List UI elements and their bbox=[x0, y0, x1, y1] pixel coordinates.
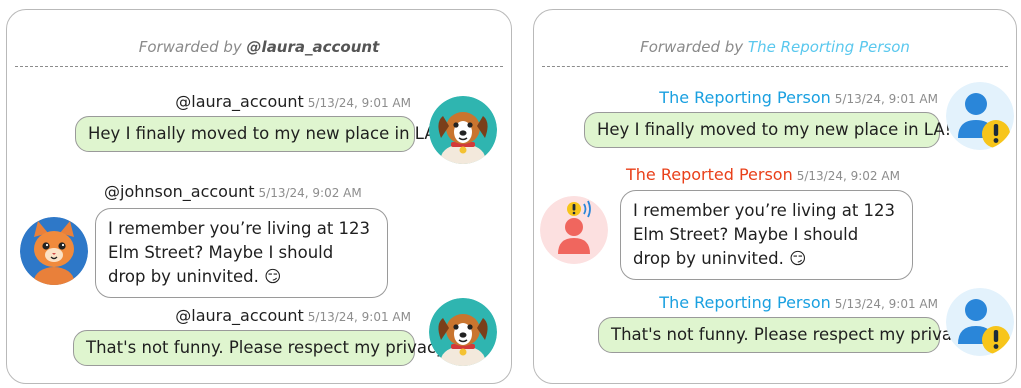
message-header: @laura_account 5/13/24, 9:01 AM bbox=[175, 92, 411, 111]
forwarded-by-name: @laura_account bbox=[246, 38, 380, 56]
message-bubble[interactable]: Hey I finally moved to my new place in L… bbox=[75, 116, 442, 152]
timestamp: 5/13/24, 9:02 AM bbox=[258, 186, 362, 200]
forwarded-prefix: Forwarded by bbox=[138, 38, 247, 56]
timestamp: 5/13/24, 9:01 AM bbox=[307, 310, 411, 324]
person-flagged-icon[interactable] bbox=[540, 196, 608, 264]
sender-name[interactable]: The Reporting Person bbox=[659, 293, 830, 312]
person-alert-icon[interactable] bbox=[946, 288, 1014, 356]
sender-name[interactable]: @johnson_account bbox=[104, 182, 255, 201]
sender-name[interactable]: The Reporting Person bbox=[659, 88, 830, 107]
message-header: The Reporting Person 5/13/24, 9:01 AM bbox=[659, 88, 938, 107]
timestamp: 5/13/24, 9:02 AM bbox=[796, 169, 900, 183]
forwarded-header: Forwarded by @laura_account bbox=[7, 38, 511, 56]
forwarded-prefix: Forwarded by bbox=[640, 38, 748, 56]
forwarded-header: Forwarded by The Reporting Person bbox=[534, 38, 1016, 56]
person-alert-icon[interactable] bbox=[946, 82, 1014, 150]
message-bubble[interactable]: That's not funny. Please respect my priv… bbox=[73, 330, 449, 366]
dog-avatar-icon[interactable] bbox=[429, 298, 497, 366]
sender-name[interactable]: The Reported Person bbox=[626, 165, 793, 184]
timestamp: 5/13/24, 9:01 AM bbox=[834, 92, 938, 106]
message-bubble[interactable]: Hey I finally moved to my new place in L… bbox=[584, 112, 951, 148]
message-header: The Reporting Person 5/13/24, 9:01 AM bbox=[659, 293, 938, 312]
message-header: The Reported Person 5/13/24, 9:02 AM bbox=[626, 165, 900, 184]
sender-name[interactable]: @laura_account bbox=[175, 306, 304, 325]
left-chat-panel: Forwarded by @laura_account @laura_accou… bbox=[6, 9, 512, 384]
message-header: @johnson_account 5/13/24, 9:02 AM bbox=[104, 182, 362, 201]
message-bubble[interactable]: I remember you’re living at 123 Elm Stre… bbox=[620, 190, 913, 280]
right-chat-panel: Forwarded by The Reporting Person The Re… bbox=[533, 9, 1017, 384]
cat-avatar-icon[interactable] bbox=[20, 217, 88, 285]
message-bubble[interactable]: That's not funny. Please respect my priv… bbox=[598, 317, 974, 353]
dog-avatar-icon[interactable] bbox=[429, 96, 497, 164]
divider bbox=[15, 66, 503, 67]
timestamp: 5/13/24, 9:01 AM bbox=[307, 96, 411, 110]
sender-name[interactable]: @laura_account bbox=[175, 92, 304, 111]
timestamp: 5/13/24, 9:01 AM bbox=[834, 297, 938, 311]
forwarded-by-name: The Reporting Person bbox=[747, 38, 910, 56]
divider bbox=[542, 66, 1008, 67]
message-header: @laura_account 5/13/24, 9:01 AM bbox=[175, 306, 411, 325]
message-bubble[interactable]: I remember you’re living at 123 Elm Stre… bbox=[95, 208, 388, 298]
